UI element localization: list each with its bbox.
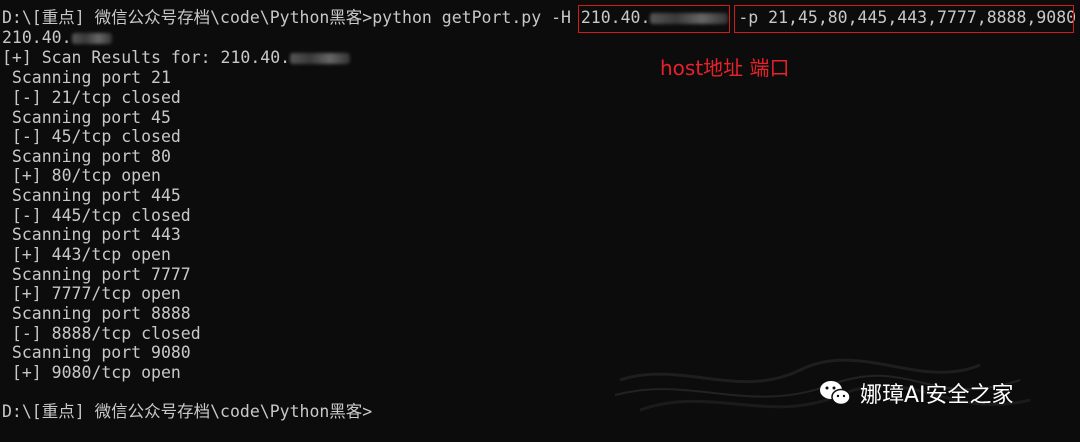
watermark-text: 娜璋AI安全之家	[860, 383, 1014, 408]
output-line: Scanning port 9080	[2, 343, 191, 362]
output-line: [-] 445/tcp closed	[2, 206, 191, 225]
output-line: Scanning port 45	[2, 108, 171, 127]
output-line: [+] 7777/tcp open	[2, 284, 181, 303]
output-line: [-] 45/tcp closed	[2, 127, 181, 146]
output-line: [+] 9080/tcp open	[2, 363, 181, 382]
output-line: Scanning port 443	[2, 225, 181, 244]
output-line: Scanning port 7777	[2, 265, 191, 284]
port-highlight-box	[734, 5, 1074, 33]
resolved-host-line: 210.40.	[2, 28, 112, 48]
output-line: Scanning port 80	[2, 147, 171, 166]
annotation-label: host地址 端口	[660, 56, 790, 80]
output-line: [+] 443/tcp open	[2, 245, 171, 264]
scan-results-line: [+] Scan Results for: 210.40.	[2, 48, 351, 68]
command: python getPort.py	[372, 8, 552, 27]
redacted-host	[290, 53, 351, 64]
output-line: Scanning port 21	[2, 68, 171, 87]
output-line: Scanning port 445	[2, 186, 181, 205]
output-line: [-] 21/tcp closed	[2, 88, 181, 107]
redacted-host	[71, 33, 112, 44]
wechat-icon	[820, 381, 851, 406]
prompt: D:\[重点] 微信公众号存档\code\Python黑客>	[2, 8, 373, 27]
watermark: 娜璋AI安全之家	[818, 376, 1014, 410]
output-line: [-] 8888/tcp closed	[2, 324, 201, 343]
output-line: [+] 80/tcp open	[2, 166, 161, 185]
output-line: Scanning port 8888	[2, 304, 191, 323]
final-prompt: D:\[重点] 微信公众号存档\code\Python黑客>	[2, 402, 373, 421]
host-highlight-box	[578, 5, 730, 33]
